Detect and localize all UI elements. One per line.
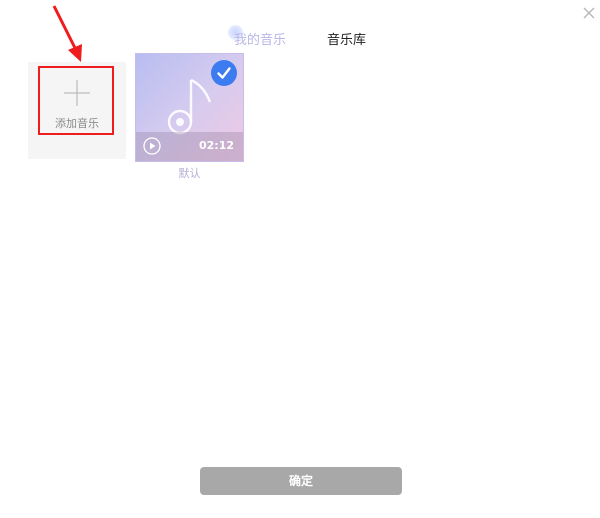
tab-my-music[interactable]: 我的音乐: [228, 25, 287, 52]
music-duration: 02:12: [198, 139, 234, 152]
add-music-label: 添加音乐: [55, 117, 99, 130]
annotation-arrow-icon: [52, 5, 82, 62]
check-icon: [217, 67, 231, 79]
music-card-footer: 02:12: [136, 132, 243, 161]
close-button[interactable]: [580, 4, 598, 22]
add-music-button[interactable]: 添加音乐: [28, 62, 126, 159]
play-icon[interactable]: [143, 137, 161, 155]
tab-my-music-label: 我的音乐: [234, 33, 287, 48]
close-icon: [583, 7, 595, 19]
confirm-button[interactable]: 确定: [200, 467, 402, 495]
tab-music-library[interactable]: 音乐库: [327, 30, 366, 52]
tab-music-library-label: 音乐库: [327, 33, 367, 48]
tab-bar: 我的音乐 音乐库: [0, 25, 600, 54]
selected-check-badge[interactable]: [211, 60, 237, 86]
music-item-card[interactable]: 02:12: [135, 53, 244, 162]
music-item-name: 默认: [178, 167, 201, 180]
plus-icon: [64, 80, 90, 106]
